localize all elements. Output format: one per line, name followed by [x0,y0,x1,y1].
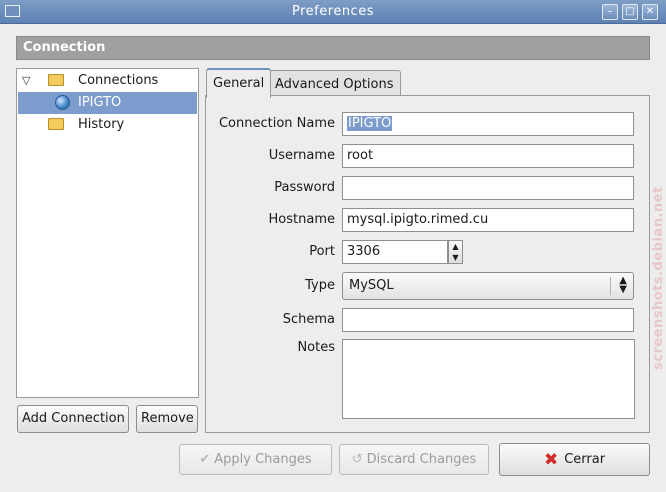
tree-item-history[interactable]: History [18,114,197,136]
apply-changes-button[interactable]: ✔ Apply Changes [179,444,332,475]
connections-tree[interactable]: ▽ Connections IPIGTO History [16,68,199,398]
apply-changes-label: Apply Changes [214,452,312,467]
watermark: screenshots.debian.net [651,186,665,370]
add-connection-button[interactable]: Add Connection [17,405,129,433]
schema-field[interactable] [342,308,634,332]
folder-icon [48,74,64,86]
port-stepper[interactable]: ▲ ▼ [448,240,463,264]
connection-name-value: IPIGTO [347,116,393,131]
combo-separator [610,277,611,295]
connection-name-field[interactable]: IPIGTO [342,112,634,136]
minimize-icon[interactable]: – [602,4,618,20]
network-globe-icon [55,95,70,110]
tab-advanced-options[interactable]: Advanced Options [268,70,401,98]
hostname-field[interactable]: mysql.ipigto.rimed.cu [342,208,634,232]
username-field[interactable]: root [342,144,634,168]
folder-icon [48,118,64,130]
tree-item-label: IPIGTO [78,95,122,110]
password-label: Password [274,180,335,195]
close-x-icon: ✖ [543,450,559,470]
updown-arrows-icon: ▲ ▼ [619,275,627,295]
close-icon[interactable]: ✕ [642,4,658,20]
type-select[interactable]: MySQL ▲ ▼ [342,272,634,300]
cerrar-label: Cerrar [564,452,606,467]
port-label: Port [309,244,335,259]
chevron-up-icon[interactable]: ▲ [449,241,462,252]
connection-name-label: Connection Name [218,116,335,131]
window-title: Preferences [292,4,374,19]
tab-general[interactable]: General [206,68,272,98]
tree-item-connections[interactable]: ▽ Connections [18,70,197,92]
type-select-value: MySQL [349,278,394,293]
remove-button[interactable]: Remove [136,405,198,433]
revert-icon: ↺ [351,452,363,467]
discard-changes-label: Discard Changes [366,452,477,467]
checkmark-icon: ✔ [199,452,211,467]
tree-item-label: History [78,117,125,132]
cerrar-button[interactable]: ✖ Cerrar [499,443,650,476]
hostname-label: Hostname [268,212,335,227]
maximize-icon[interactable]: □ [622,4,638,20]
schema-label: Schema [282,312,335,327]
type-label: Type [305,278,335,293]
notes-textarea[interactable] [342,339,635,419]
username-label: Username [268,148,335,163]
section-header: Connection [16,36,650,60]
tree-item-ipigto[interactable]: IPIGTO [18,92,197,114]
discard-changes-button[interactable]: ↺ Discard Changes [339,444,489,475]
chevron-down-icon[interactable]: ▼ [449,252,462,263]
window-titlebar: Preferences – □ ✕ [0,0,666,24]
tree-item-label: Connections [78,73,159,88]
password-field[interactable] [342,176,634,200]
notes-label: Notes [297,340,335,355]
port-spinbutton[interactable]: 3306 [342,240,448,264]
expander-down-icon[interactable]: ▽ [22,74,30,87]
